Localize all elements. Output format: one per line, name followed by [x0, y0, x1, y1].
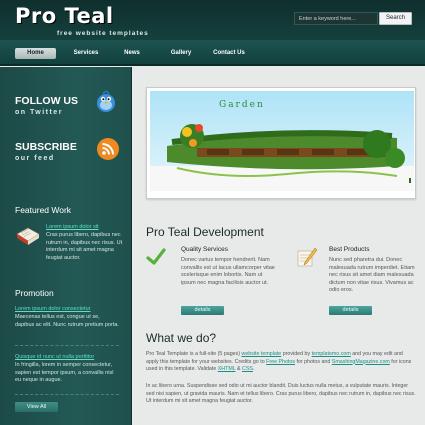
feature-quality-text: Donec varius tempor hendrerit. Nam conva…	[181, 257, 275, 286]
intro-paragraph: Pro Teal Template is a full-site (5 page…	[146, 351, 416, 374]
book-icon	[16, 227, 40, 245]
garden-banner-illustration	[150, 91, 414, 191]
nav-gallery[interactable]: Gallery	[162, 48, 200, 59]
intro-text: Pro Teal Template is a full-site (5 page…	[146, 351, 242, 357]
xhtml-link[interactable]: XHTML	[218, 366, 236, 372]
feature-quality-title: Quality Services	[181, 246, 228, 253]
nav-contact-us[interactable]: Contact Us	[208, 48, 250, 59]
promo-link-1[interactable]: Lorem ipsum dolor consectetur	[15, 306, 91, 312]
featured-work-heading: Featured Work	[15, 205, 72, 215]
checkmark-icon	[146, 248, 166, 265]
subscribe-title[interactable]: SUBSCRIBE	[15, 141, 77, 153]
templatemo-link[interactable]: templatemo.com	[312, 351, 351, 357]
subscribe-subtitle: our feed	[15, 155, 55, 162]
body-paragraph: In ac libero urna. Suspendisse sed odio …	[146, 383, 416, 405]
search-input[interactable]: Enter a keyword here...	[294, 12, 378, 25]
featured-work-link[interactable]: Lorem ipsum dolor sit	[46, 224, 99, 230]
intro-text: provided by	[281, 351, 312, 357]
garden-banner: Garden	[146, 87, 416, 199]
header: Pro Teal free website templates Enter a …	[0, 0, 425, 40]
promo-divider	[15, 345, 119, 346]
banner-garden-word: Garden	[219, 100, 265, 110]
intro-text: .	[252, 366, 255, 373]
promo-text-2: In fringilla, lorem in semper consectetu…	[15, 362, 114, 383]
promo-divider	[15, 394, 119, 395]
notepad-pencil-icon	[297, 247, 318, 267]
promo-text-1: Maecenas tellus est, congue ut se, dapib…	[15, 314, 119, 328]
promotion-heading: Promotion	[15, 288, 54, 298]
featured-work-text: Cras purus libero, dapibus nec rutrum in…	[46, 232, 123, 261]
details-button-quality[interactable]: details	[181, 306, 224, 315]
twitter-bird-icon[interactable]	[94, 88, 118, 114]
what-we-do-heading: What we do?	[146, 331, 217, 345]
nav-services[interactable]: Services	[66, 48, 106, 59]
page-heading: Pro Teal Development	[146, 225, 264, 239]
details-button-products[interactable]: details	[329, 306, 372, 315]
view-all-button[interactable]: View All	[15, 402, 58, 412]
site-tagline: free website templates	[57, 30, 149, 37]
smashing-magazine-link[interactable]: SmashingMagazine.com	[332, 359, 390, 365]
feature-products-title: Best Products	[329, 246, 370, 253]
css-link[interactable]: CSS	[242, 366, 253, 372]
main-nav: Home Services News Gallery Contact Us	[0, 40, 425, 66]
free-photos-link[interactable]: Free Photos	[266, 359, 295, 365]
nav-news[interactable]: News	[115, 48, 149, 59]
follow-subtitle: on Twitter	[15, 109, 63, 116]
website-template-link[interactable]: website template	[242, 351, 282, 357]
rss-feed-icon[interactable]	[96, 137, 120, 161]
search-button[interactable]: Search	[379, 12, 412, 25]
follow-title[interactable]: FOLLOW US	[15, 95, 78, 107]
site-logo[interactable]: Pro Teal	[15, 4, 114, 28]
nav-home[interactable]: Home	[15, 48, 56, 59]
promo-link-2[interactable]: Quisque id nunc ut nulla porttitor	[15, 354, 94, 360]
intro-text: for photos and	[294, 358, 332, 365]
feature-products-text: Nunc sed pharetra dui. Donec malesuada r…	[329, 257, 415, 293]
